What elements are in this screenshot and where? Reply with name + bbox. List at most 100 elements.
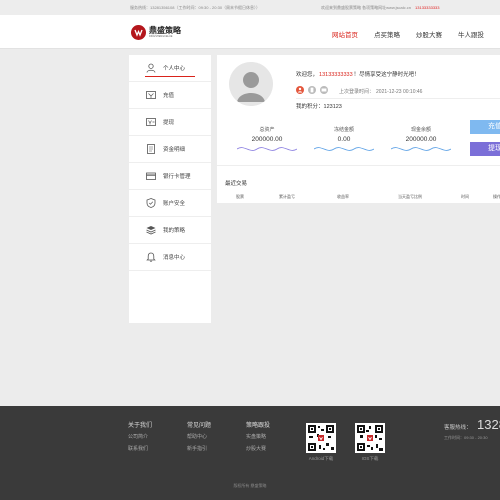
last-login-time: 2021-12-23 00:10:46 bbox=[376, 89, 423, 95]
last-login-label: 上次登录时间： bbox=[339, 89, 375, 95]
user-icon bbox=[145, 63, 156, 74]
column-header: 操作 bbox=[493, 194, 500, 199]
nav-contest[interactable]: 炒股大赛 bbox=[416, 29, 442, 39]
footer-hotline-label: 客服热线： bbox=[444, 425, 472, 431]
wave-decoration bbox=[314, 147, 374, 151]
stat-value: 0.00 bbox=[337, 136, 351, 143]
footer-worktime: 工作时间：09:30 - 20:30 bbox=[444, 435, 488, 440]
footer-link[interactable]: 实盘策略 bbox=[246, 433, 270, 440]
funds-detail-icon bbox=[145, 144, 156, 155]
wave-decoration bbox=[237, 147, 297, 151]
bell-icon bbox=[145, 252, 156, 263]
footer-col-title: 策略跟投 bbox=[246, 423, 271, 429]
footer-col-about: 关于我们 公司简介 联系我们 bbox=[128, 420, 152, 457]
footer-col-strategy: 策略跟投 实盘策略 炒股大赛 bbox=[246, 420, 270, 457]
footer-link[interactable]: 公司简介 bbox=[128, 433, 152, 440]
stat-total-assets: 总资产 200000.00 bbox=[232, 126, 302, 154]
stat-frozen-amount: 冻结金额 0.00 bbox=[309, 126, 379, 154]
qr-caption-ios: IOS下载 bbox=[361, 456, 379, 461]
logo-text-cn: 鼎盛策略 bbox=[149, 26, 181, 35]
divider bbox=[296, 98, 500, 99]
footer-col-faq: 常见问题 帮助中心 新手指引 bbox=[187, 420, 211, 457]
welcome-prefix: 欢迎您， bbox=[296, 72, 319, 78]
sidebar-item-label: 个人中心 bbox=[163, 66, 186, 72]
sidebar-item-label: 消息中心 bbox=[163, 255, 186, 261]
welcome-suffix: ！尽情享受这宁静时光吧！ bbox=[353, 72, 420, 78]
user-phone: 13133333333 bbox=[319, 72, 353, 78]
withdraw-button[interactable]: 提现 bbox=[470, 142, 500, 156]
recharge-icon bbox=[145, 90, 156, 101]
top-right-info: 欢迎来到鼎盛股票策略 各项策略网址www.jscalc.cn 1313333333… bbox=[321, 5, 440, 11]
footer-link[interactable]: 帮助中心 bbox=[187, 433, 211, 440]
sidebar-item-bank-card[interactable]: 银行卡管理 bbox=[129, 163, 211, 190]
column-header: 收益率 bbox=[337, 194, 349, 199]
bank-card-icon bbox=[145, 171, 156, 182]
footer-link[interactable]: 炒股大赛 bbox=[246, 445, 270, 452]
withdraw-icon bbox=[145, 117, 156, 128]
sidebar-item-label: 我的策略 bbox=[163, 228, 186, 234]
recharge-button[interactable]: 充值 bbox=[470, 120, 500, 134]
nav-buy-strategy[interactable]: 点买策略 bbox=[374, 29, 400, 39]
sidebar-item-messages[interactable]: 消息中心 bbox=[129, 244, 211, 271]
avatar[interactable] bbox=[229, 62, 273, 106]
logo-text-en: DINGSHENGCELUE bbox=[149, 35, 173, 38]
bank-verified-icon[interactable] bbox=[320, 86, 328, 94]
footer-link[interactable]: 新手指引 bbox=[187, 445, 211, 452]
column-header: 时间 bbox=[461, 194, 469, 199]
main-navbar: 鼎盛策略 DINGSHENGCELUE 网站首页 点买策略 炒股大赛 牛人跟投 … bbox=[0, 15, 500, 49]
site-footer: 关于我们 公司简介 联系我们 常见问题 帮助中心 新手指引 策略跟投 实盘策略 … bbox=[0, 406, 500, 500]
verification-status bbox=[296, 86, 332, 94]
sidebar-item-profile[interactable]: 个人中心 bbox=[129, 55, 211, 82]
welcome-message: 欢迎您，13133333333！尽情享受这宁静时光吧！ bbox=[296, 70, 420, 78]
column-header: 当天盈亏比例 bbox=[398, 194, 422, 199]
column-header: 累计盈亏 bbox=[279, 194, 295, 199]
divider bbox=[217, 165, 500, 166]
footer-col-title: 关于我们 bbox=[128, 423, 153, 429]
top-user-phone[interactable]: 13133333333 bbox=[415, 5, 439, 10]
points-value: 123123 bbox=[323, 104, 342, 110]
stat-label: 总资产 bbox=[259, 127, 275, 133]
points-label: 我的积分： bbox=[296, 104, 324, 110]
qr-code-ios bbox=[355, 423, 385, 453]
shield-icon bbox=[145, 198, 156, 209]
top-info-bar: 服务热线：13281356108（工作时间：09:30 - 20:30（周末节假… bbox=[0, 0, 500, 15]
welcome-site-text: 欢迎来到鼎盛股票策略 各项策略网址www.jscalc.cn bbox=[321, 5, 412, 10]
account-sidebar: 个人中心 充值 提现 资金明细 银行卡管理 账户安全 我的策略 消息中心 bbox=[129, 55, 211, 323]
sidebar-item-withdraw[interactable]: 提现 bbox=[129, 109, 211, 136]
wave-decoration bbox=[391, 147, 451, 151]
sidebar-item-label: 充值 bbox=[163, 93, 175, 99]
last-login: 上次登录时间： 2021-12-23 00:10:46 bbox=[339, 88, 422, 95]
nav-menu: 网站首页 点买策略 炒股大赛 牛人跟投 行情 bbox=[332, 29, 500, 39]
strategy-icon bbox=[145, 225, 156, 236]
sidebar-item-my-strategy[interactable]: 我的策略 bbox=[129, 217, 211, 244]
sidebar-item-recharge[interactable]: 充值 bbox=[129, 82, 211, 109]
sidebar-item-label: 提现 bbox=[163, 120, 175, 126]
logo-mark-icon bbox=[131, 25, 146, 40]
stat-value: 200000.00 bbox=[251, 136, 283, 143]
site-logo[interactable]: 鼎盛策略 DINGSHENGCELUE bbox=[131, 25, 181, 40]
stat-value: 200000.00 bbox=[405, 136, 437, 143]
stat-label: 现金余额 bbox=[410, 127, 431, 133]
nav-home[interactable]: 网站首页 bbox=[332, 29, 358, 39]
footer-link[interactable]: 联系我们 bbox=[128, 445, 152, 452]
stat-label: 冻结金额 bbox=[333, 127, 354, 133]
qr-caption-android: Android下载 bbox=[308, 456, 334, 461]
nav-follow[interactable]: 牛人跟投 bbox=[458, 29, 484, 39]
footer-hotline-number: 1328 bbox=[477, 417, 500, 432]
sidebar-item-funds-detail[interactable]: 资金明细 bbox=[129, 136, 211, 163]
sidebar-item-label: 资金明细 bbox=[163, 147, 186, 153]
footer-col-title: 常见问题 bbox=[187, 423, 212, 429]
phone-verified-icon[interactable] bbox=[308, 86, 316, 94]
sidebar-item-security[interactable]: 账户安全 bbox=[129, 190, 211, 217]
copyright: 版权所有 鼎盛策略 bbox=[233, 483, 267, 488]
account-overview-panel: 欢迎您，13133333333！尽情享受这宁静时光吧！ 上次登录时间： 2021-… bbox=[217, 55, 500, 203]
identity-verified-icon[interactable] bbox=[296, 86, 304, 94]
sidebar-item-label: 银行卡管理 bbox=[163, 174, 191, 180]
recent-trades-title: 最近交易 bbox=[225, 181, 248, 187]
points: 我的积分：123123 bbox=[296, 102, 342, 110]
service-hotline: 服务热线：13281356108（工作时间：09:30 - 20:30（周末节假… bbox=[130, 5, 261, 10]
sidebar-item-label: 账户安全 bbox=[163, 201, 186, 207]
stat-cash-balance: 现金余额 200000.00 bbox=[386, 126, 456, 154]
column-header: 股票 bbox=[236, 194, 244, 199]
qr-code-android bbox=[306, 423, 336, 453]
